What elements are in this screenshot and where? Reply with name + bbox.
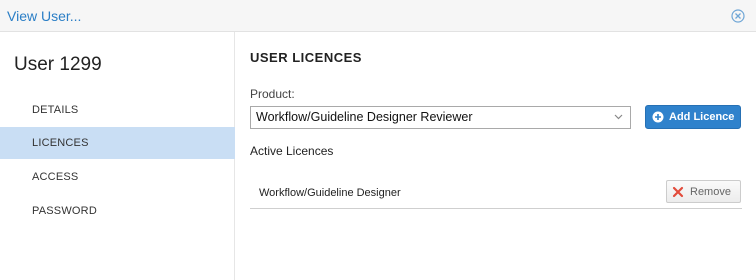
sidebar-item-details[interactable]: DETAILS (0, 94, 235, 126)
add-licence-button[interactable]: Add Licence (645, 105, 741, 129)
sidebar-item-licences[interactable]: LICENCES (0, 127, 235, 159)
sidebar-item-access[interactable]: ACCESS (0, 161, 235, 193)
sidebar: User 1299 DETAILS LICENCES ACCESS PASSWO… (0, 32, 235, 280)
product-select[interactable]: Workflow/Guideline Designer Reviewer (250, 106, 631, 129)
active-licences-heading: Active Licences (250, 144, 334, 158)
plus-circle-icon (652, 111, 664, 123)
sidebar-item-label: DETAILS (32, 104, 79, 116)
add-licence-label: Add Licence (669, 111, 735, 123)
chevron-down-icon (614, 114, 623, 120)
remove-label: Remove (690, 186, 731, 198)
window-titlebar: View User... (0, 0, 756, 32)
main-panel: USER LICENCES Product: Workflow/Guidelin… (236, 32, 756, 280)
product-label: Product: (250, 87, 295, 101)
x-icon (672, 186, 684, 198)
product-select-value: Workflow/Guideline Designer Reviewer (256, 110, 473, 124)
user-name: User 1299 (14, 54, 102, 75)
sidebar-item-label: LICENCES (32, 137, 89, 149)
licence-row: Workflow/Guideline Designer Remove (250, 176, 742, 209)
sidebar-item-label: PASSWORD (32, 205, 97, 217)
licence-name: Workflow/Guideline Designer (259, 187, 401, 199)
section-title: USER LICENCES (250, 50, 362, 65)
window-title: View User... (7, 8, 82, 24)
sidebar-item-label: ACCESS (32, 171, 79, 183)
remove-licence-button[interactable]: Remove (666, 180, 741, 203)
close-icon[interactable] (731, 9, 745, 23)
sidebar-item-password[interactable]: PASSWORD (0, 195, 235, 227)
